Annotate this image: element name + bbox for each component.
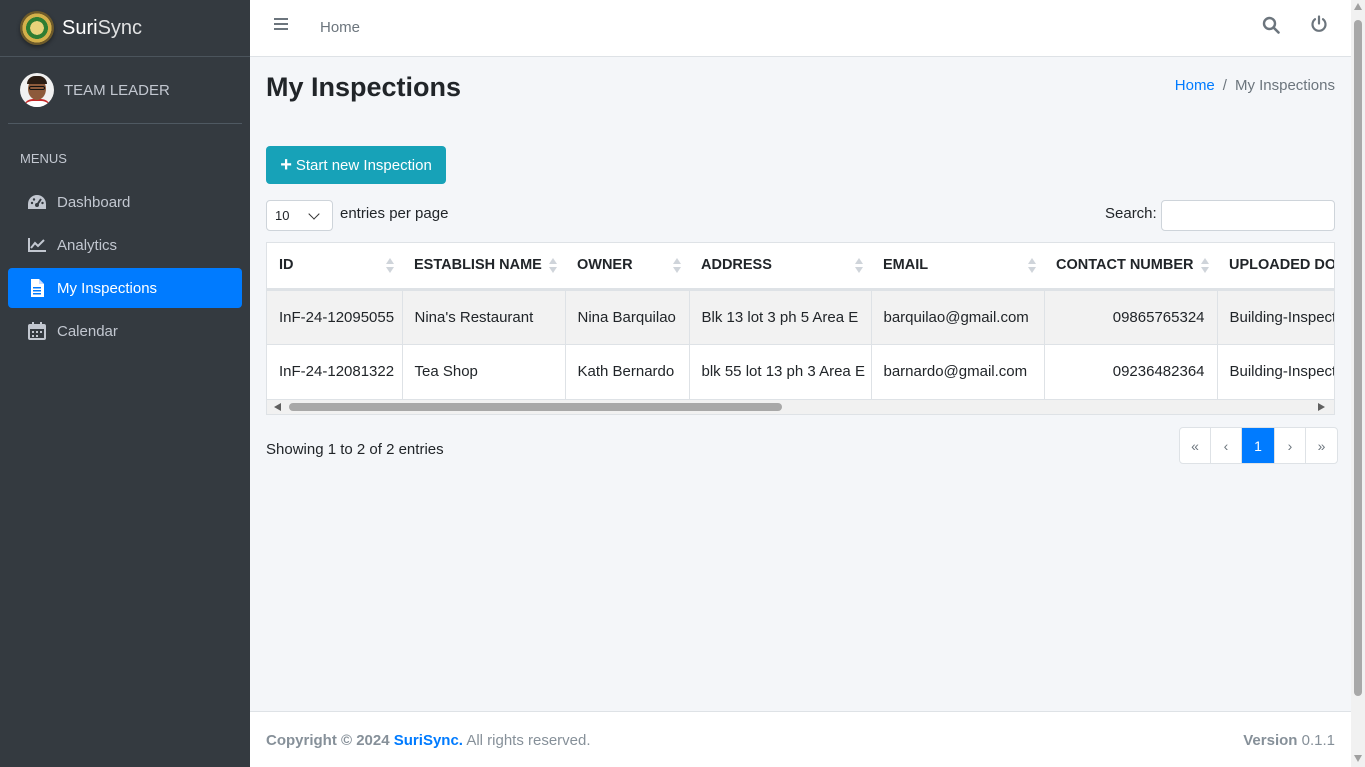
file-icon [27, 279, 47, 297]
scroll-left-arrow-icon[interactable] [274, 403, 281, 411]
scroll-right-arrow-icon[interactable] [1318, 403, 1325, 411]
scroll-down-arrow-icon[interactable] [1354, 755, 1362, 762]
cell-owner: Nina Barquilao [565, 289, 690, 345]
column-header-email[interactable]: EMAIL [871, 243, 1044, 291]
breadcrumb-home-link[interactable]: Home [1175, 77, 1215, 94]
cell-establish-name: Nina's Restaurant [402, 289, 566, 345]
brand-link[interactable]: SuriSync [0, 0, 250, 57]
top-home-link[interactable]: Home [320, 19, 360, 36]
cell-uploaded-doc[interactable]: Building-Inspection [1217, 344, 1334, 400]
column-header-contact-number[interactable]: CONTACT NUMBER [1044, 243, 1217, 291]
avatar [20, 73, 54, 107]
user-panel[interactable]: TEAM LEADER [8, 57, 242, 124]
table-info: Showing 1 to 2 of 2 entries [266, 441, 444, 458]
breadcrumb: Home / My Inspections [1175, 77, 1335, 94]
cell-contact-number: 09236482364 [1044, 344, 1218, 400]
sidebar-item-label: Dashboard [57, 193, 131, 211]
table-header-row: ID ESTABLISH NAME OWNER ADDRESS EMAIL CO… [267, 243, 1334, 291]
search-label: Search: [1105, 205, 1157, 222]
page-number-button[interactable]: 1 [1242, 428, 1275, 463]
hamburger-menu-icon[interactable] [274, 18, 288, 30]
page-scrollbar-thumb[interactable] [1354, 20, 1362, 696]
power-icon[interactable] [1310, 15, 1328, 33]
calendar-icon [27, 322, 47, 340]
cell-email: barquilao@gmail.com [871, 289, 1045, 345]
column-header-address[interactable]: ADDRESS [689, 243, 871, 291]
sort-icon [1201, 258, 1209, 274]
chart-line-icon [27, 236, 47, 254]
horizontal-scrollbar-thumb[interactable] [289, 403, 782, 411]
sidebar-item-calendar[interactable]: Calendar [8, 311, 242, 351]
search-input[interactable] [1161, 200, 1335, 231]
footer: Copyright © 2024 SuriSync. All rights re… [250, 711, 1351, 767]
cell-contact-number: 09865765324 [1044, 289, 1218, 345]
sort-icon [1028, 258, 1036, 274]
sort-icon [549, 258, 557, 274]
sidebar-item-dashboard[interactable]: Dashboard [8, 182, 242, 222]
sort-icon [386, 258, 394, 274]
sidebar-item-analytics[interactable]: Analytics [8, 225, 242, 265]
column-header-uploaded-doc[interactable]: UPLOADED DOC [1217, 243, 1334, 291]
top-navbar: Home [250, 0, 1351, 57]
cell-email: barnardo@gmail.com [871, 344, 1045, 400]
page-title: My Inspections [266, 72, 462, 102]
user-role: TEAM LEADER [64, 81, 170, 99]
page-prev-button[interactable]: ‹ [1211, 428, 1242, 463]
footer-version: Version 0.1.1 [1243, 732, 1335, 749]
sidebar: SuriSync TEAM LEADER MENUS Dashboard Ana… [0, 0, 250, 767]
footer-brand-link[interactable]: SuriSync. [394, 732, 463, 749]
cell-id: InF-24-12081322 [267, 344, 403, 400]
nav-header: MENUS [20, 151, 67, 166]
table-row[interactable]: InF-24-12081322 Tea Shop Kath Bernardo b… [267, 344, 1334, 400]
scroll-up-arrow-icon[interactable] [1354, 3, 1362, 10]
cell-address: blk 55 lot 13 ph 3 Area E [689, 344, 872, 400]
page-scrollbar[interactable] [1351, 0, 1365, 767]
entries-per-page-select[interactable]: 10 [266, 200, 333, 231]
sort-icon [673, 258, 681, 274]
search-icon[interactable] [1262, 16, 1280, 34]
cell-owner: Kath Bernardo [565, 344, 690, 400]
plus-icon: + [280, 154, 292, 176]
breadcrumb-current: My Inspections [1234, 77, 1335, 94]
brand-name: SuriSync [62, 16, 143, 39]
column-header-establish-name[interactable]: ESTABLISH NAME [402, 243, 565, 291]
cell-address: Blk 13 lot 3 ph 5 Area E [689, 289, 872, 345]
sidebar-item-my-inspections[interactable]: My Inspections [8, 268, 242, 308]
inspections-table: ID ESTABLISH NAME OWNER ADDRESS EMAIL CO… [267, 243, 1334, 400]
start-button-label: Start new Inspection [295, 156, 432, 174]
start-new-inspection-button[interactable]: + Start new Inspection [266, 146, 446, 184]
cell-uploaded-doc[interactable]: Building-Inspection [1217, 289, 1334, 345]
sidebar-item-label: Analytics [57, 236, 118, 254]
table-row[interactable]: InF-24-12095055 Nina's Restaurant Nina B… [267, 289, 1334, 345]
chevron-down-icon [308, 208, 320, 220]
column-header-owner[interactable]: OWNER [565, 243, 689, 291]
page-first-button[interactable]: « [1180, 428, 1211, 463]
cell-establish-name: Tea Shop [402, 344, 566, 400]
sidebar-item-label: My Inspections [57, 279, 158, 297]
pagination: « ‹ 1 › » [1179, 427, 1338, 464]
horizontal-scrollbar[interactable] [267, 400, 1334, 414]
gauge-icon [27, 193, 47, 211]
entries-per-page-value: 10 [275, 208, 290, 223]
inspections-table-wrapper: ID ESTABLISH NAME OWNER ADDRESS EMAIL CO… [266, 242, 1335, 415]
breadcrumb-separator: / [1222, 77, 1227, 94]
sort-icon [855, 258, 863, 274]
entries-per-page-label: entries per page [340, 205, 449, 222]
page-last-button[interactable]: » [1306, 428, 1337, 463]
sidebar-item-label: Calendar [57, 322, 118, 340]
cell-id: InF-24-12095055 [267, 289, 403, 345]
brand-logo [20, 11, 54, 45]
footer-copyright: Copyright © 2024 SuriSync. All rights re… [266, 732, 591, 749]
column-header-id[interactable]: ID [267, 243, 402, 291]
page-next-button[interactable]: › [1275, 428, 1306, 463]
